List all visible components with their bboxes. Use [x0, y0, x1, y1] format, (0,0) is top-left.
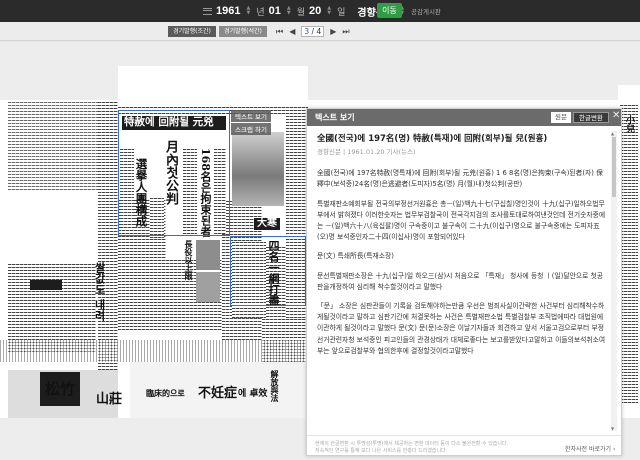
article-source: 경향신문 | 1961.01.20 기사(뉴스)	[317, 148, 416, 156]
date-selector: 1961 ▲ ▼ 년 01 ▲ ▼ 월 20 ▲ ▼ 일 경향신문 ▲ ▼	[203, 3, 406, 19]
headline-side: 小兒	[624, 115, 634, 133]
scrap-tag[interactable]: 스크랩 하기	[231, 123, 271, 135]
month-value[interactable]: 01	[269, 5, 281, 17]
ad-text-effect: 에 卓效	[238, 389, 268, 399]
page-separator: /	[311, 27, 315, 36]
notice-board-link[interactable]: 공감게시판	[411, 6, 441, 16]
page-current: 3	[304, 27, 310, 36]
go-button[interactable]: 이동	[377, 3, 402, 18]
article-paragraph: 문선특별재판소장은 十九(십구)일 하오三(삼)시 처음으로 「특재」 청사에 …	[317, 271, 604, 291]
headline-rice: 쌀값도 내려	[93, 262, 106, 321]
year-unit: 년	[256, 7, 265, 18]
month-unit: 월	[296, 7, 306, 18]
article-column	[8, 262, 96, 352]
scroll-thumb[interactable]	[612, 137, 616, 197]
ad-headline-mountain: 山莊	[96, 392, 123, 407]
hangul-convert-button[interactable]: 한글변환	[573, 112, 609, 123]
last-page-icon[interactable]: ⏭	[342, 27, 349, 37]
article-selection-box[interactable]	[118, 110, 230, 236]
ad-text-law: 解放與法	[270, 370, 280, 402]
portrait-photo	[196, 272, 220, 302]
hanja-dictionary-link[interactable]: 한자사전 바로가기 ›	[565, 444, 615, 453]
panel-scrollbar[interactable]: ▲ ▼	[611, 131, 617, 431]
newspaper-upper-region	[118, 66, 308, 102]
day-value[interactable]: 20	[309, 5, 321, 17]
article-paragraph: 문(文) 특쇄所長(특재소장)	[317, 252, 394, 261]
day-unit: 일	[337, 7, 346, 18]
headline-great-cold: 大寒	[254, 218, 280, 230]
month-stepper-icon[interactable]: ▲ ▼	[287, 6, 291, 16]
ad-text-infertility: 不妊症	[198, 386, 238, 401]
footer-notice: 저속적인 연구를 통해 보다 나은 서비스를 한층더 드리겠습니다.	[315, 448, 448, 454]
text-view-tag[interactable]: 텍스트 보기	[231, 110, 271, 122]
tab-morning-edition[interactable]: 경기발행(조간)	[168, 26, 216, 37]
prev-page-icon[interactable]: ◀	[289, 27, 295, 36]
ad-banner	[30, 280, 62, 290]
tab-evening-edition[interactable]: 경기발행(석간)	[219, 26, 267, 37]
first-page-icon[interactable]: ⏮	[276, 27, 283, 37]
top-navigation-bar: 1961 ▲ ▼ 년 01 ▲ ▼ 월 20 ▲ ▼ 일 경향신문 ▲ ▼ 이동 공감게…	[0, 0, 640, 22]
close-icon[interactable]: ✕	[612, 110, 620, 121]
footer-notice: 현재의 한글변환 시 투명성(투명)에서 제공하는 변환 데이터 등이 다소 불…	[315, 441, 509, 447]
scroll-down-icon[interactable]: ▼	[611, 426, 614, 431]
news-photo	[232, 132, 284, 206]
portrait-photo	[196, 240, 220, 270]
article-paragraph: 특별재판소예회부될 전국의부정선거원흉은 총ㅡ(일)백九十七(구십칠)명인것이 …	[317, 199, 606, 242]
article-column	[8, 100, 98, 190]
page-indicator[interactable]: 3 / 4	[301, 26, 325, 37]
article-selection-box[interactable]	[230, 236, 306, 306]
text-view-panel: 텍스트 보기 원문 한글변환 ✕ 全國(전국)에 197名(명) 特赦(특재)에…	[306, 108, 622, 456]
article-column	[0, 340, 306, 362]
ad-logo: 松竹	[40, 372, 80, 406]
year-value[interactable]: 1961	[216, 5, 240, 17]
original-text-button[interactable]: 원문	[551, 112, 571, 123]
article-paragraph: 全國(전국)에 197名特赦(명특재)에 回附(회부)될 元兇(원흉) 1 6 …	[317, 169, 603, 189]
panel-title: 텍스트 보기	[315, 113, 355, 122]
day-stepper-icon[interactable]: ▲ ▼	[327, 6, 331, 16]
panel-header: 텍스트 보기 원문 한글변환 ✕	[307, 109, 621, 126]
panel-footer: 현재의 한글변환 시 투명성(투명)에서 제공하는 변환 데이터 등이 다소 불…	[307, 435, 621, 457]
panel-article-body: 全國(전국)에 197名(명) 特赦(특재)에 回附(회부)될 兒(원흉) 경향…	[317, 133, 609, 433]
next-page-icon[interactable]: ▶	[330, 27, 336, 36]
page-total: 4	[316, 27, 322, 36]
ad-text-clinical: 臨床的으로	[146, 388, 185, 398]
scroll-up-icon[interactable]: ▲	[611, 131, 614, 136]
article-paragraph: 「문」 소장은 심판관들이 기록을 검토해야하는만큼 우선은 범죄사실이간략한 …	[317, 302, 606, 355]
article-title: 全國(전국)에 197名(명) 特赦(특재)에 回附(회부)될 兒(원흉)	[317, 134, 548, 144]
edition-toolbar: 경기발행(조간) 경기발행(석간) ⏮ ◀ 3 / 4 ▶ ⏭	[0, 22, 640, 41]
menu-icon[interactable]	[203, 7, 212, 15]
page-navigator: ⏮ ◀ 3 / 4 ▶ ⏭	[276, 26, 350, 37]
headline-long-term: 長役以上限	[184, 240, 194, 280]
article-column	[620, 103, 638, 403]
year-stepper-icon[interactable]: ▲ ▼	[246, 6, 250, 16]
